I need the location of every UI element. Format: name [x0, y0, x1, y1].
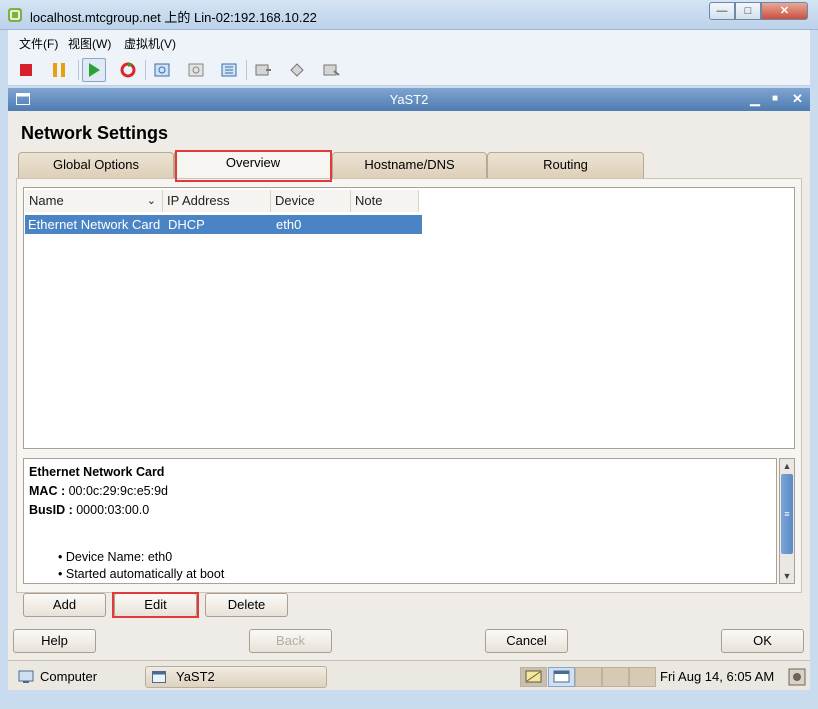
details-pane: Ethernet Network Card MAC : 00:0c:29:9c:…	[23, 458, 777, 584]
add-button[interactable]: Add	[23, 593, 106, 617]
page-title: Network Settings	[21, 123, 169, 143]
yast-minimize-icon[interactable]: ▁	[750, 91, 760, 107]
busid-label: BusID :	[29, 503, 73, 517]
host-bottom-border	[0, 690, 818, 709]
cell-device: eth0	[276, 217, 302, 232]
close-button[interactable]: ✕	[761, 2, 808, 20]
window-icon	[152, 671, 166, 683]
cell-ip: DHCP	[168, 217, 205, 232]
reset-icon[interactable]	[116, 58, 140, 82]
network-card-table[interactable]: Name ⌄ IP Address Device Note Ethernet N…	[23, 187, 795, 449]
help-button[interactable]: Help	[13, 629, 96, 653]
taskbar-yast-button[interactable]: YaST2	[145, 666, 327, 688]
tab-hostname-dns[interactable]: Hostname/DNS	[332, 152, 487, 178]
taskbar-task-label: YaST2	[176, 669, 215, 684]
busid-value: 0000:03:00.0	[76, 503, 150, 517]
cell-name: Ethernet Network Card	[28, 217, 161, 232]
chevron-down-icon: ⌄	[146, 195, 156, 207]
mac-label: MAC :	[29, 484, 66, 498]
workspace-4[interactable]	[629, 667, 656, 687]
edit-button-highlight	[112, 592, 199, 618]
delete-button[interactable]: Delete	[205, 593, 288, 617]
cancel-button[interactable]: Cancel	[485, 629, 568, 653]
details-scrollbar[interactable]: ▲ ≡ ▼	[779, 458, 795, 584]
mac-value: 00:0c:29:9c:e5:9d	[68, 484, 168, 498]
host-window-title: localhost.mtcgroup.net 上的 Lin-02:192.168…	[30, 10, 317, 25]
snapshot-manager-icon[interactable]	[217, 58, 241, 82]
overview-tab-highlight	[175, 150, 332, 182]
minimize-button[interactable]: —	[709, 2, 735, 20]
scroll-thumb[interactable]: ≡	[781, 474, 793, 554]
menu-view[interactable]: 视图(W)	[68, 35, 111, 52]
workspace-3[interactable]	[602, 667, 629, 687]
play-icon[interactable]	[82, 58, 106, 82]
host-menubar: 文件(F) 视图(W) 虚拟机(V)	[8, 30, 810, 54]
bullet-icon: •	[58, 550, 63, 564]
yast-titlebar: YaST2 ▁ ■ ✕	[8, 88, 810, 111]
workspace-1[interactable]	[548, 667, 575, 687]
column-header-name[interactable]: Name ⌄	[25, 190, 163, 212]
yast-close-icon[interactable]: ✕	[792, 91, 803, 107]
clock[interactable]: Fri Aug 14, 6:05 AM	[660, 669, 774, 684]
revert-snapshot-icon[interactable]	[184, 58, 208, 82]
menu-vm[interactable]: 虚拟机(V)	[124, 35, 176, 52]
table-row[interactable]: Ethernet Network Card DHCP eth0	[25, 215, 422, 234]
menu-file[interactable]: 文件(F)	[19, 35, 58, 52]
bullet-icon: •	[58, 567, 63, 581]
column-header-ip[interactable]: IP Address	[163, 190, 271, 212]
summary-view-icon[interactable]	[319, 58, 343, 82]
fullscreen-icon[interactable]	[251, 58, 275, 82]
quick-switch-icon[interactable]	[285, 58, 309, 82]
tab-global-options[interactable]: Global Options	[18, 152, 174, 178]
snapshot-icon[interactable]	[150, 58, 174, 82]
column-header-device[interactable]: Device	[271, 190, 351, 212]
detail-bullet: Device Name: eth0	[65, 550, 173, 564]
pause-icon[interactable]	[47, 58, 71, 82]
computer-icon	[18, 670, 34, 683]
show-desktop-icon[interactable]	[520, 667, 547, 687]
vmware-app-icon	[8, 8, 22, 22]
ok-button[interactable]: OK	[721, 629, 804, 653]
stop-icon[interactable]	[14, 58, 38, 82]
back-button[interactable]: Back	[249, 629, 332, 653]
details-heading: Ethernet Network Card	[29, 465, 165, 479]
host-titlebar: localhost.mtcgroup.net 上的 Lin-02:192.168…	[0, 0, 818, 30]
yast-window-title: YaST2	[389, 92, 429, 107]
guest-taskbar: Computer YaST2 Fri Aug 14, 6:05 AM	[8, 660, 810, 690]
scroll-down-icon[interactable]: ▼	[780, 569, 794, 583]
workspace-2[interactable]	[575, 667, 602, 687]
scroll-up-icon[interactable]: ▲	[780, 459, 794, 473]
computer-menu[interactable]: Computer	[40, 666, 97, 688]
column-header-note[interactable]: Note	[351, 190, 419, 212]
host-toolbar	[8, 54, 810, 86]
maximize-button[interactable]: □	[735, 2, 761, 20]
yast-maximize-icon[interactable]: ■	[772, 93, 778, 104]
tab-routing[interactable]: Routing	[487, 152, 644, 178]
detail-bullet: Started automatically at boot	[65, 567, 225, 581]
notification-icon[interactable]	[788, 668, 806, 686]
